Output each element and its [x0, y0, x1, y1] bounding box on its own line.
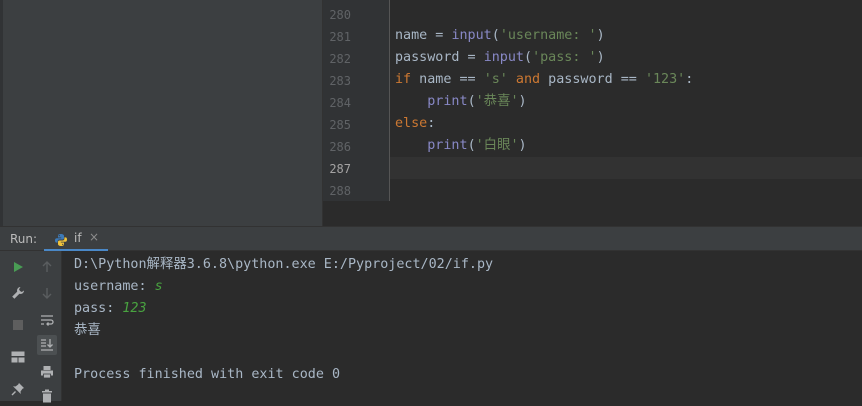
down-arrow-icon[interactable] [37, 283, 57, 303]
code-token: ( [491, 28, 500, 43]
code-token-string: 'username: ' [499, 28, 597, 43]
editor-bottom-space [323, 201, 862, 226]
run-tab-label: if [74, 231, 82, 245]
code-token-string: '恭喜' [475, 94, 519, 109]
line-number: 286 [329, 140, 351, 154]
console-prompt: username: [74, 279, 155, 294]
run-label: Run: [10, 232, 38, 246]
code-token-string: 'pass: ' [532, 50, 597, 65]
code-token-builtin: input [451, 28, 492, 43]
python-icon [54, 232, 68, 246]
run-panel-header: Run: if × [0, 226, 862, 252]
code-token: ) [518, 94, 527, 109]
pin-icon[interactable] [8, 379, 28, 399]
code-token: ) [596, 28, 605, 43]
console-user-input: s [154, 279, 163, 294]
editor-area: 280 281 282 283 284 285 286 287 288 name… [0, 0, 862, 226]
code-token: name [395, 28, 428, 43]
line-number: 283 [329, 74, 351, 88]
wrench-icon[interactable] [8, 283, 28, 303]
code-token-string: '白眼' [475, 138, 519, 153]
code-token: ) [518, 138, 527, 153]
run-toolbar-secondary [34, 251, 62, 403]
line-number: 288 [329, 184, 351, 198]
code-token: password [395, 50, 460, 65]
console-username-line: username: s [74, 276, 163, 298]
stop-icon[interactable] [8, 315, 28, 335]
code-token-string: '123' [644, 72, 686, 87]
code-line-282[interactable]: password = input('pass: ') [395, 47, 605, 69]
code-token: password == [540, 72, 645, 87]
console-pass-line: pass: 123 [74, 298, 147, 320]
code-token-keyword: else [395, 116, 428, 131]
code-token: = [427, 28, 452, 43]
console-prompt: pass: [74, 301, 123, 316]
trash-icon[interactable] [37, 386, 57, 406]
code-line-284[interactable]: print('恭喜') [395, 91, 527, 113]
line-number: 285 [329, 118, 351, 132]
console-user-input: 123 [122, 301, 147, 316]
code-token: = [459, 50, 484, 65]
code-line-286[interactable]: print('白眼') [395, 135, 527, 157]
code-line-283[interactable]: if name == 's' and password == '123': [395, 69, 693, 91]
code-token-keyword: and [507, 72, 541, 87]
code-token-builtin: print [427, 138, 468, 153]
code-line-281[interactable]: name = input('username: ') [395, 25, 605, 47]
current-line-highlight [390, 157, 862, 179]
code-token: ( [524, 50, 533, 65]
console-exit-line: Process finished with exit code 0 [74, 367, 341, 382]
line-number: 281 [329, 30, 351, 44]
project-panel [0, 0, 323, 226]
print-icon[interactable] [37, 362, 57, 382]
line-number: 284 [329, 96, 351, 110]
code-token: : [685, 72, 694, 87]
panel-edge [0, 0, 3, 226]
code-token-string: 's' [483, 72, 508, 87]
code-token: ) [596, 50, 605, 65]
console-command-line: D:\Python解释器3.6.8\python.exe E:/Pyprojec… [74, 257, 494, 272]
code-token: name == [411, 72, 484, 87]
run-icon[interactable] [8, 257, 28, 277]
line-number-current: 287 [329, 162, 351, 176]
run-tab-if[interactable]: if × [44, 227, 108, 252]
code-line-285[interactable]: else: [395, 113, 435, 135]
console-output-line: 恭喜 [74, 323, 101, 338]
code-token: ( [467, 94, 476, 109]
close-icon[interactable]: × [89, 230, 99, 244]
line-number: 280 [329, 8, 351, 22]
line-number: 282 [329, 52, 351, 66]
code-token-keyword: if [395, 72, 412, 87]
code-token-builtin: print [427, 94, 468, 109]
code-token: ( [467, 138, 476, 153]
soft-wrap-icon[interactable] [37, 310, 57, 330]
layout-icon[interactable] [8, 347, 28, 367]
scroll-to-end-icon[interactable] [37, 335, 57, 355]
code-token: : [427, 116, 436, 131]
run-toolbar-primary [0, 251, 35, 401]
code-token-builtin: input [483, 50, 524, 65]
up-arrow-icon[interactable] [37, 257, 57, 277]
